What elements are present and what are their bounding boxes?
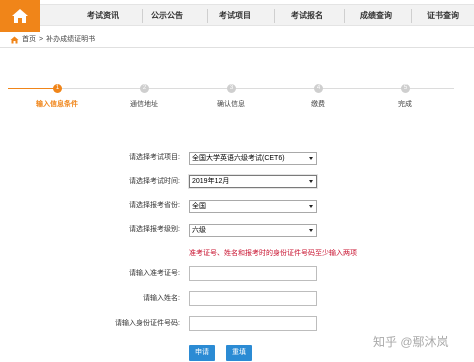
- step-1-label: 输入信息条件: [36, 101, 78, 108]
- nav-item-exam-projects[interactable]: 考试项目: [210, 11, 260, 21]
- home-icon: [12, 9, 28, 23]
- step-5-label: 完成: [398, 101, 412, 108]
- watermark: 知乎 @鄢沐岚: [373, 335, 449, 349]
- breadcrumb: 首页 > 补办成绩证明书: [10, 34, 95, 46]
- breadcrumb-current: 补办成绩证明书: [46, 36, 96, 43]
- nav-item-score-query[interactable]: 成绩查询: [351, 11, 401, 21]
- name-input[interactable]: [189, 291, 317, 306]
- nav-item-registration[interactable]: 考试报名: [282, 11, 332, 21]
- level-value: 六级: [192, 227, 206, 234]
- dropdown-arrow-icon: [309, 205, 313, 208]
- id-number-label: 请输入身份证件号码:: [115, 320, 180, 327]
- step-3-dot: 3: [227, 84, 236, 93]
- exam-time-select[interactable]: 2019年12月: [189, 175, 317, 188]
- exam-project-value: 全国大学英语六级考试(CET6): [192, 155, 285, 162]
- divider: [0, 47, 474, 48]
- breadcrumb-separator: >: [39, 36, 44, 43]
- province-select[interactable]: 全国: [189, 200, 317, 213]
- home-icon: [10, 36, 19, 44]
- exam-time-value: 2019年12月: [192, 178, 230, 185]
- step-4-label: 缴费: [311, 101, 325, 108]
- nav-item-news[interactable]: 考试资讯: [78, 11, 128, 21]
- id-number-input[interactable]: [189, 316, 317, 331]
- step-3-label: 确认信息: [217, 101, 245, 108]
- dropdown-arrow-icon: [309, 180, 313, 183]
- page: 考试资讯 公示公告 考试项目 考试报名 成绩查询 证书查询 首页 > 补办成绩证…: [0, 0, 474, 362]
- step-2-label: 通信地址: [130, 101, 158, 108]
- nav-divider: [344, 9, 345, 23]
- province-value: 全国: [192, 203, 206, 210]
- level-select[interactable]: 六级: [189, 224, 317, 237]
- reset-button[interactable]: 重填: [226, 345, 252, 361]
- step-1-dot: 1: [53, 84, 62, 93]
- validation-warning: 准考证号、姓名和报考时的身份证件号码至少输入两项: [189, 250, 357, 257]
- nav-item-certificate-query[interactable]: 证书查询: [418, 11, 468, 21]
- name-label: 请输入姓名:: [143, 295, 180, 302]
- nav-item-announcements[interactable]: 公示公告: [142, 11, 192, 21]
- breadcrumb-home-link[interactable]: 首页: [22, 34, 36, 46]
- dropdown-arrow-icon: [309, 157, 313, 160]
- ticket-number-input[interactable]: [189, 266, 317, 281]
- nav-divider: [207, 9, 208, 23]
- home-button[interactable]: [0, 0, 40, 32]
- exam-project-label: 请选择考试项目:: [129, 154, 180, 161]
- nav-divider: [274, 9, 275, 23]
- exam-time-label: 请选择考试时间:: [129, 178, 180, 185]
- nav-bar: 考试资讯 公示公告 考试项目 考试报名 成绩查询 证书查询: [40, 4, 474, 26]
- stepper-line: [57, 88, 454, 89]
- ticket-number-label: 请输入准考证号:: [129, 270, 180, 277]
- dropdown-arrow-icon: [309, 229, 313, 232]
- step-2-dot: 2: [140, 84, 149, 93]
- step-4-dot: 4: [314, 84, 323, 93]
- nav-divider: [411, 9, 412, 23]
- step-5-dot: 5: [401, 84, 410, 93]
- top-nav: 考试资讯 公示公告 考试项目 考试报名 成绩查询 证书查询: [0, 0, 474, 32]
- submit-button[interactable]: 申请: [189, 345, 215, 361]
- level-label: 请选择报考级别:: [129, 226, 180, 233]
- stepper-progress-line: [8, 88, 57, 89]
- province-label: 请选择报考省份:: [129, 202, 180, 209]
- exam-project-select[interactable]: 全国大学英语六级考试(CET6): [189, 152, 317, 165]
